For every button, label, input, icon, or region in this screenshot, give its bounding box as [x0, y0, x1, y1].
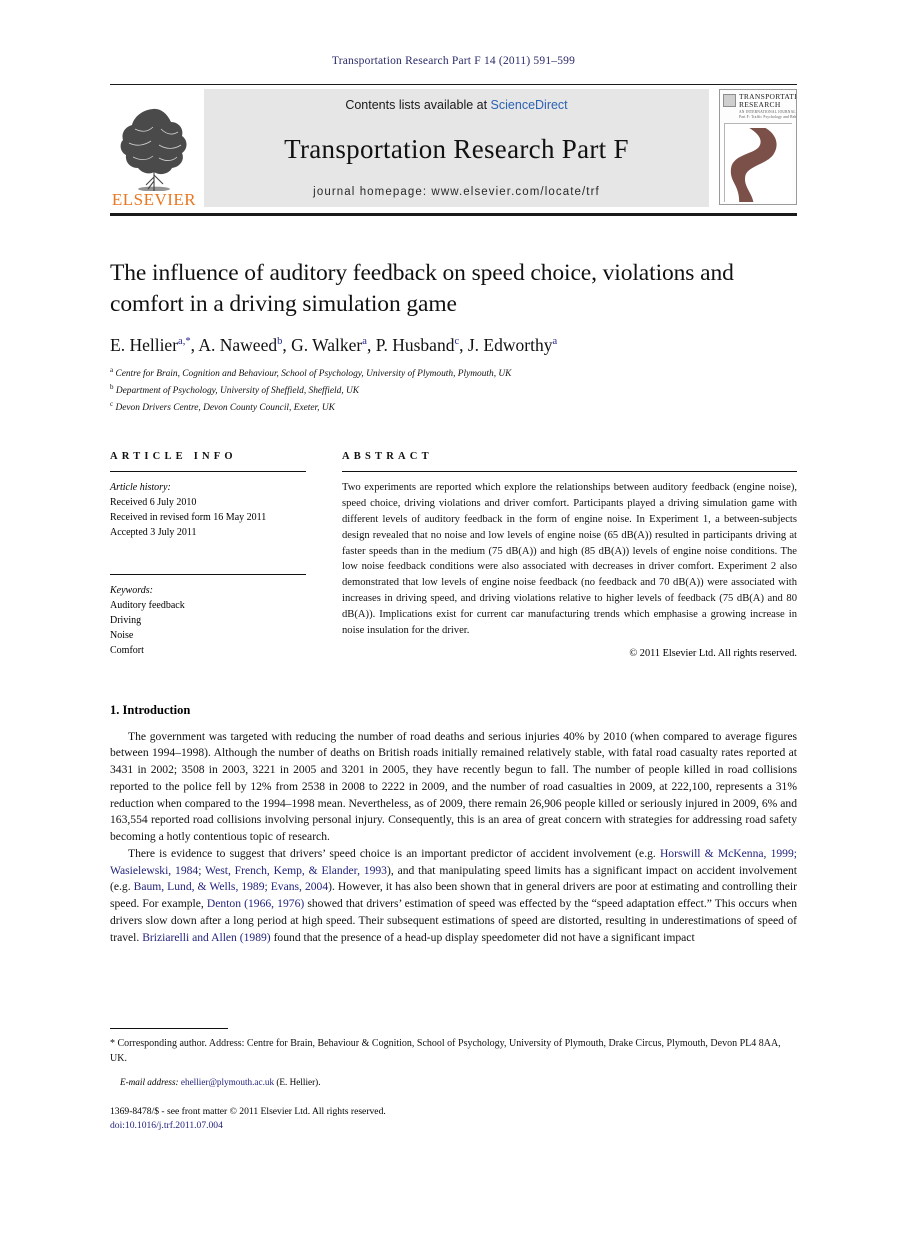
journal-banner: Contents lists available at ScienceDirec…	[204, 89, 709, 207]
paragraph-text: found that the presence of a head-up dis…	[270, 930, 695, 944]
affiliation-c: c Devon Drivers Centre, Devon County Cou…	[110, 399, 335, 413]
cover-road-artwork	[724, 123, 792, 203]
corresponding-author-note: * Corresponding author. Address: Centre …	[110, 1038, 781, 1064]
journal-title: Transportation Research Part F	[284, 133, 629, 164]
section-title-introduction: 1. Introduction	[110, 702, 191, 717]
email-owner: (E. Hellier).	[276, 1076, 321, 1087]
author-1: A. Naweedb	[198, 335, 283, 356]
cover-publisher-badge-icon	[723, 94, 736, 107]
author-0: E. Helliera,*	[110, 335, 191, 356]
abstract-column: ABSTRACT Two experiments are reported wh…	[342, 451, 797, 659]
article-history-revised: Received in revised form 16 May 2011	[110, 512, 267, 524]
keyword-1: Driving	[110, 615, 142, 627]
paragraph-text: There is evidence to suggest that driver…	[128, 846, 660, 860]
keywords-label: Keywords:	[110, 585, 153, 597]
elsevier-tree-icon	[120, 108, 187, 191]
running-head: Transportation Research Part F 14 (2011)…	[331, 55, 576, 67]
doi-line[interactable]: doi:10.1016/j.trf.2011.07.004	[110, 1119, 797, 1133]
affiliation-a: a Centre for Brain, Cognition and Behavi…	[110, 366, 512, 380]
intro-paragraph-1: The government was targeted with reducin…	[110, 729, 797, 844]
cover-header: TRANSPORTATION RESEARCH AN INTERNATIONAL…	[720, 90, 796, 121]
cover-title-line2: RESEARCH	[739, 99, 781, 109]
article-info-heading: ARTICLE INFO	[110, 451, 237, 463]
author-3: P. Husbandc	[375, 335, 460, 356]
journal-homepage[interactable]: journal homepage: www.elsevier.com/locat…	[313, 186, 600, 198]
issn-block: 1369-8478/$ - see front matter © 2011 El…	[110, 1105, 797, 1134]
citation-link[interactable]: Briziarelli and Allen (1989)	[142, 931, 270, 944]
elsevier-logo: ELSEVIER	[110, 85, 198, 213]
journal-cover-thumbnail: TRANSPORTATION RESEARCH AN INTERNATIONAL…	[719, 89, 797, 205]
cover-subtitle-line2: Part F: Traffic Psychology and Behaviour	[739, 115, 797, 120]
keyword-0: Auditory feedback	[110, 600, 185, 612]
affiliation-b: b Department of Psychology, University o…	[110, 382, 360, 396]
affiliation-list: a Centre for Brain, Cognition and Behavi…	[110, 365, 797, 415]
intro-paragraph-2: There is evidence to suggest that driver…	[110, 846, 797, 947]
article-info-rule	[110, 471, 306, 473]
cover-subtitle-line1: AN INTERNATIONAL JOURNAL	[739, 109, 796, 114]
author-2: G. Walkera	[291, 335, 367, 356]
keywords-block: Keywords: Auditory feedback Driving Nois…	[110, 574, 306, 658]
keyword-3: Comfort	[110, 645, 144, 657]
info-abstract-region: ARTICLE INFO Article history: Received 6…	[110, 451, 797, 659]
page-title: The influence of auditory feedback on sp…	[110, 260, 734, 317]
introduction-section: 1. Introduction The government was targe…	[110, 703, 797, 947]
abstract-text: Two experiments are reported which explo…	[342, 482, 797, 636]
article-info-column: ARTICLE INFO Article history: Received 6…	[110, 451, 306, 658]
footnote-rule	[110, 1028, 228, 1029]
article-history-received: Received 6 July 2010	[110, 497, 197, 509]
abstract-copyright: © 2011 Elsevier Ltd. All rights reserved…	[629, 647, 797, 659]
journal-masthead: ELSEVIER Contents lists available at Sci…	[110, 84, 797, 216]
contents-line-prefix: Contents lists available at	[345, 98, 491, 112]
winding-road-icon	[730, 128, 777, 203]
email-note: E-mail address: ehellier@plymouth.ac.uk …	[110, 1077, 797, 1087]
footnote-region: * Corresponding author. Address: Centre …	[110, 1028, 797, 1133]
article-history-label: Article history:	[110, 482, 171, 494]
contents-line: Contents lists available at ScienceDirec…	[345, 98, 567, 112]
sciencedirect-link[interactable]: ScienceDirect	[491, 98, 568, 112]
paper-page: Transportation Research Part F 14 (2011)…	[0, 0, 907, 1238]
author-4: J. Edworthya	[467, 335, 558, 356]
issn-line: 1369-8478/$ - see front matter © 2011 El…	[110, 1105, 386, 1117]
article-history-accepted: Accepted 3 July 2011	[110, 527, 197, 539]
email-address-link[interactable]: ehellier@plymouth.ac.uk	[181, 1077, 274, 1087]
citation-link[interactable]: Baum, Lund, & Wells, 1989; Evans, 2004	[134, 880, 329, 893]
citation-link[interactable]: Denton (1966, 1976)	[207, 897, 304, 910]
email-label: E-mail address:	[120, 1076, 179, 1087]
keyword-2: Noise	[110, 630, 134, 642]
abstract-heading: ABSTRACT	[342, 451, 433, 463]
author-list: E. Helliera,*, A. Naweedb, G. Walkera, P…	[110, 335, 558, 356]
elsevier-wordmark: ELSEVIER	[111, 190, 197, 209]
abstract-rule	[342, 471, 797, 473]
keywords-rule	[110, 574, 306, 576]
